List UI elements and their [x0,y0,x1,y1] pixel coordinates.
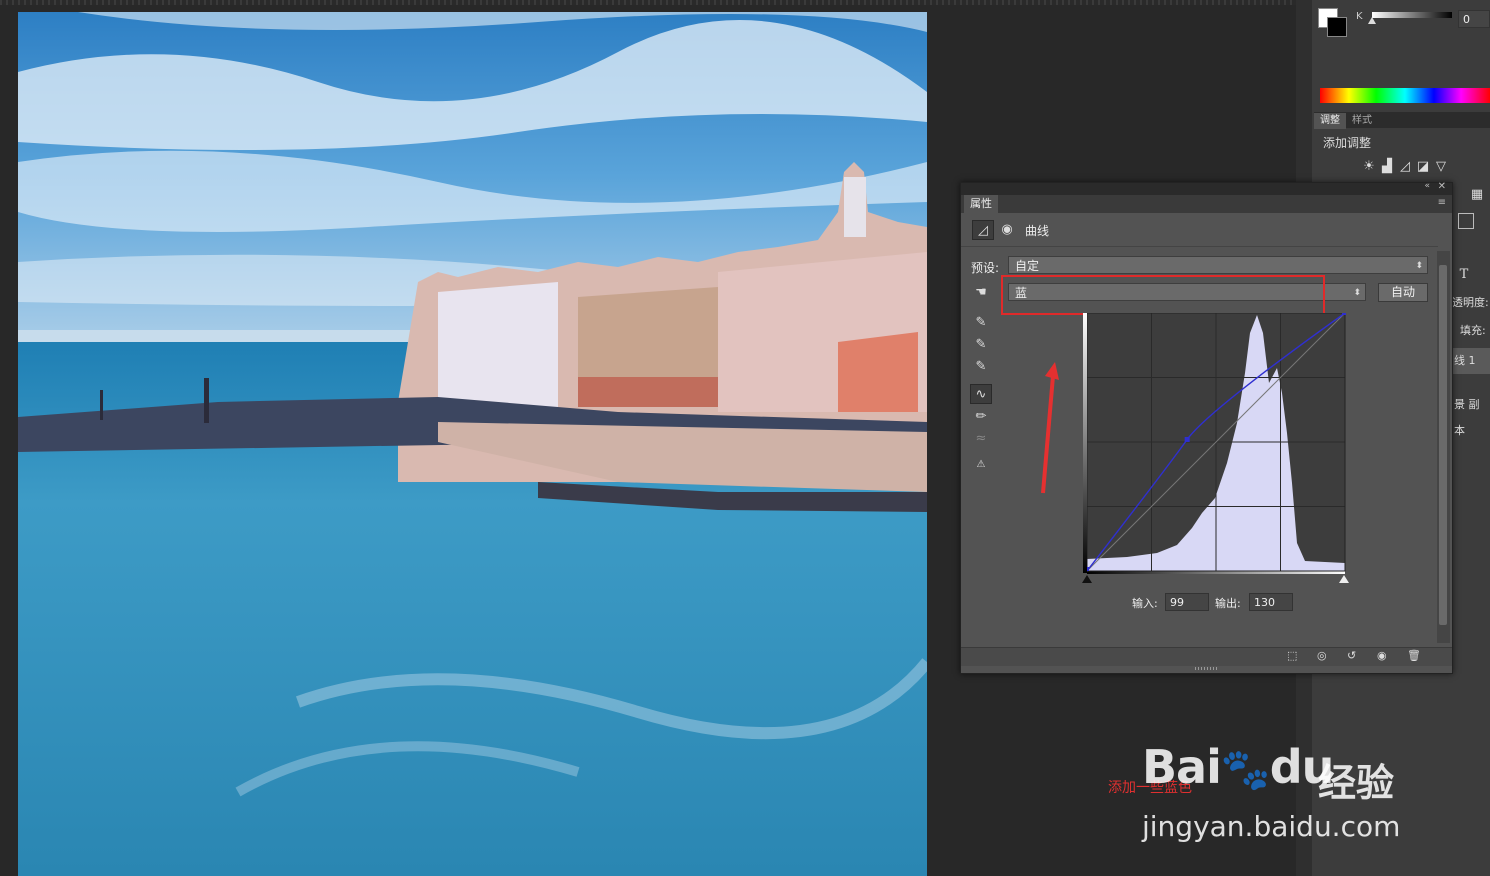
curve-graph[interactable] [1087,313,1347,573]
grid-icon[interactable]: ▦ [1468,186,1486,204]
color-spectrum-bar[interactable] [1320,88,1490,103]
color-channel-label: K [1356,11,1363,22]
gradient-icon[interactable]: ▽ [1432,158,1450,176]
input-field[interactable]: 99 [1165,593,1209,611]
view-previous-state-icon[interactable]: ◎ [1317,649,1327,662]
auto-button[interactable]: 自动 [1378,283,1428,302]
layer-row[interactable]: 线 1 [1452,348,1490,374]
input-label: 输入: [1132,597,1158,610]
layer-row[interactable]: 景 副本 [1452,392,1490,437]
tab-adjustments[interactable]: 调整 [1314,113,1346,129]
resize-grip[interactable] [1195,667,1217,670]
document-image[interactable] [18,12,927,876]
exposure-icon[interactable]: ◪ [1414,158,1432,176]
color-value-field[interactable]: 0 [1458,10,1490,28]
color-slider-track[interactable] [1372,12,1452,18]
pencil-tool-icon[interactable]: ✏ [970,407,992,427]
chevron-updown-icon: ⬍ [1353,288,1361,298]
panel-tab-row: 属性 ≡ [961,195,1452,213]
reset-icon[interactable]: ↺ [1347,649,1356,662]
adjustment-icons-row: ☀ ▟ ◿ ◪ ▽ [1360,158,1450,176]
curve-points-tool-icon[interactable]: ∿ [970,384,992,404]
preset-value: 自定 [1015,259,1040,273]
annotation-arrow [1041,362,1059,494]
opacity-label: 透明度: [1452,296,1489,309]
highlight-box [1001,275,1325,315]
curve-endpoint [1087,567,1089,571]
smooth-curve-icon[interactable]: ≈ [970,429,992,449]
black-point-slider[interactable] [1082,575,1092,583]
white-point-slider[interactable] [1339,575,1349,583]
adjustment-type-label: 曲线 [1025,224,1050,238]
preset-select[interactable]: 自定 ⬍ [1008,256,1428,274]
levels-icon[interactable]: ▟ [1378,158,1396,176]
background-color-swatch[interactable] [1327,17,1347,37]
black-eyedropper-icon[interactable]: ✎ [970,313,992,333]
mask-icon[interactable] [1458,213,1474,229]
adjustments-tabbar: 调整 样式 [1314,112,1490,129]
chevron-updown-icon: ⬍ [1415,261,1423,271]
color-slider-thumb[interactable] [1368,17,1376,24]
add-adjustment-label: 添加调整 [1323,136,1372,150]
harbor-painting [18,12,927,876]
watermark-brand: Bai🐾du [1142,740,1334,794]
visibility-eye-icon[interactable]: ◉ [1377,649,1387,662]
tab-styles[interactable]: 样式 [1346,113,1378,129]
scrollbar-track[interactable] [1437,251,1450,643]
watermark-product: 经验 [1318,761,1395,805]
watermark-url: jingyan.baidu.com [1142,810,1401,843]
output-field[interactable]: 130 [1249,593,1293,611]
divider [961,246,1438,247]
brightness-icon[interactable]: ☀ [1360,158,1378,176]
collapse-panel-icon[interactable]: « [1424,181,1430,191]
canvas-top-edge [0,0,1296,5]
gray-eyedropper-icon[interactable]: ✎ [970,335,992,355]
layer-mask-icon[interactable]: ◉ [996,220,1018,240]
scrollbar-thumb[interactable] [1439,265,1447,625]
properties-panel: « ✕ 属性 ≡ ◿ ◉ 曲线 预设: 自定 ⬍ ☚ 蓝 ⬍ 自动 ✎ ✎ ✎ ∿ … [960,181,1453,674]
panel-menu-icon[interactable]: ≡ [1438,197,1446,208]
curve-endpoint [1342,313,1346,315]
preset-label: 预设: [971,261,1000,275]
targeted-adjustment-hand-icon[interactable]: ☚ [970,283,992,303]
panel-titlebar[interactable]: « ✕ [961,181,1452,195]
output-label: 输出: [1215,597,1241,610]
trash-icon[interactable]: 🗑 [1407,649,1421,662]
fill-label: 填充: [1460,324,1486,337]
white-eyedropper-icon[interactable]: ✎ [970,357,992,377]
clipping-warning-icon[interactable]: ⚠ [970,455,992,475]
layer-name: 线 1 [1454,354,1476,367]
close-icon[interactable]: ✕ [1438,181,1446,192]
tab-properties[interactable]: 属性 [964,195,998,213]
curves-icon[interactable]: ◿ [1396,158,1414,176]
curves-adjustment-icon[interactable]: ◿ [972,220,994,240]
text-layer-filter-icon[interactable]: T [1455,266,1473,284]
clip-to-layer-icon[interactable]: ⬚ [1287,649,1297,662]
panel-footer: ⬚ ◎ ↺ ◉ 🗑 [961,647,1452,666]
paw-icon: 🐾 [1220,747,1271,793]
curve-control-point [1184,436,1190,442]
watermark-brand-text: Bai [1142,740,1222,794]
